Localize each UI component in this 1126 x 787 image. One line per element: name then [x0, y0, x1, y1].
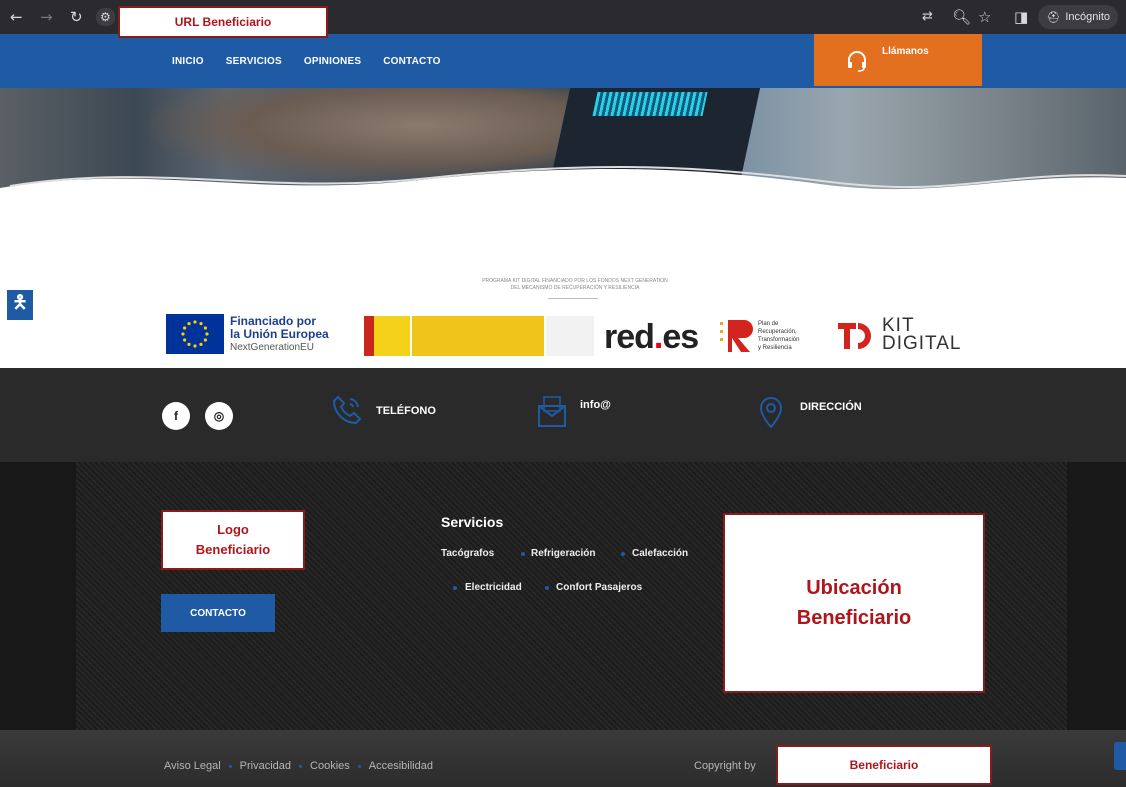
service-link-calefaccion[interactable]: Calefacción [632, 548, 688, 559]
legal-links: Aviso Legal Privacidad Cookies Accesibil… [164, 760, 433, 772]
service-link-tacografos[interactable]: Tacógrafos [441, 548, 494, 559]
service-link-refrigeracion[interactable]: Refrigeración [531, 548, 595, 559]
location-line-1: Ubicación [806, 577, 902, 599]
legal-link-aviso-legal[interactable]: Aviso Legal [164, 760, 221, 772]
accessibility-icon: 🯅 [12, 292, 28, 312]
prtr-line-4: y Resiliencia [758, 345, 792, 351]
beneficiary-location-placeholder: Ubicación Beneficiario [723, 513, 985, 693]
digital-text: DIGITAL [882, 333, 962, 354]
bookmark-star-icon[interactable]: ☆ [978, 8, 991, 26]
email-icon [538, 396, 566, 427]
eu-text-line-1: Financiado por [230, 313, 317, 328]
nav-item-inicio[interactable]: INICIO [172, 56, 204, 67]
recovery-plan-icon [720, 320, 753, 352]
location-line-2: Beneficiario [796, 607, 912, 629]
services-title: Servicios [441, 514, 504, 530]
legal-separator [357, 764, 361, 768]
accessibility-button[interactable]: 🯅 [7, 290, 33, 320]
legal-link-accesibilidad[interactable]: Accesibilidad [369, 760, 433, 772]
prtr-line-2: Recuperación, [758, 329, 797, 335]
logo-line-2: Beneficiario [195, 542, 271, 557]
legal-link-privacidad[interactable]: Privacidad [240, 760, 291, 772]
kit-digital-logo: KIT DIGITAL [836, 315, 962, 355]
headset-icon [848, 51, 866, 72]
beneficiary-annotation-box: Beneficiario [776, 745, 992, 785]
phone-label: TELÉFONO [376, 405, 436, 417]
email-label[interactable]: info@ [580, 399, 611, 411]
call-button-label: Llámanos [882, 46, 929, 57]
copyright-text: Copyright by [694, 760, 756, 772]
hero-image [0, 88, 1126, 208]
spain-crest-icon [364, 316, 410, 356]
government-of-spain-logo [364, 316, 594, 356]
incognito-icon: ⛑ [1046, 10, 1061, 24]
beneficiary-logo-placeholder: Logo Beneficiario [161, 510, 305, 570]
address-label: DIRECCIÓN [800, 401, 862, 413]
call-button[interactable]: Llámanos [814, 34, 982, 86]
incognito-label: Incógnito [1065, 11, 1110, 23]
funding-note-line-1: PROGRAMA KIT DIGITAL FINANCIADO POR LOS … [482, 278, 668, 284]
location-pin-icon [759, 396, 783, 429]
eu-text-line-3: NextGenerationEU [230, 341, 314, 353]
service-link-electricidad[interactable]: Electricidad [465, 582, 522, 593]
legal-link-cookies[interactable]: Cookies [310, 760, 350, 772]
legal-separator [228, 764, 232, 768]
service-bullet [621, 552, 625, 556]
redes-text-end: es [662, 318, 699, 356]
funding-divider [548, 298, 598, 299]
nav-item-opiniones[interactable]: OPINIONES [304, 56, 361, 67]
side-panel-icon[interactable]: ◨ [1014, 8, 1028, 26]
service-bullet [453, 586, 457, 590]
funding-note-line-2: DEL MECANISMO DE RECUPERACIÓN Y RESILIEN… [510, 285, 640, 291]
red-es-logo: red.es [604, 318, 699, 357]
side-tab-button[interactable] [1114, 742, 1126, 770]
main-navigation: INICIO SERVICIOS OPINIONES CONTACTO Llám… [0, 34, 1126, 88]
funding-note: PROGRAMA KIT DIGITAL FINANCIADO POR LOS … [430, 278, 720, 292]
forward-arrow-icon[interactable]: → [40, 8, 53, 26]
nav-item-contacto[interactable]: CONTACTO [383, 56, 440, 67]
prtr-line-3: Transformación [758, 337, 800, 343]
back-arrow-icon[interactable]: ← [10, 8, 23, 26]
service-bullet [545, 586, 549, 590]
nav-item-servicios[interactable]: SERVICIOS [226, 56, 282, 67]
redes-text-main: red [604, 318, 655, 356]
hero-wave-divider [0, 165, 1126, 208]
phone-icon [332, 395, 362, 425]
eu-text-line-2: la Unión Europea [230, 326, 329, 341]
legal-separator [299, 764, 303, 768]
translate-icon[interactable]: ⇄ [922, 8, 933, 26]
instagram-icon[interactable]: ◎ [205, 402, 233, 430]
zoom-icon[interactable]: 🔍︎ [952, 8, 971, 26]
service-link-confort-pasajeros[interactable]: Confort Pasajeros [556, 582, 642, 593]
site-info-icon[interactable]: ⚙ [96, 8, 115, 26]
incognito-indicator[interactable]: ⛑ Incógnito [1038, 5, 1118, 29]
footer-side-right [1067, 462, 1126, 730]
reload-icon[interactable]: ↻ [70, 8, 83, 26]
url-annotation-box: URL Beneficiario [118, 6, 328, 38]
eu-funding-logo: Financiado por la Unión Europea NextGene… [166, 314, 329, 354]
eu-flag-icon [166, 314, 224, 354]
logo-line-1: Logo [217, 522, 249, 537]
kit-digital-icon [838, 323, 871, 349]
contact-button[interactable]: CONTACTO [161, 594, 275, 632]
prtr-line-1: Plan de [758, 321, 779, 327]
facebook-icon[interactable]: f [162, 402, 190, 430]
service-bullet [521, 552, 525, 556]
footer-side-left [0, 462, 76, 730]
recovery-plan-logo: Plan de Recuperación, Transformación y R… [720, 316, 799, 356]
